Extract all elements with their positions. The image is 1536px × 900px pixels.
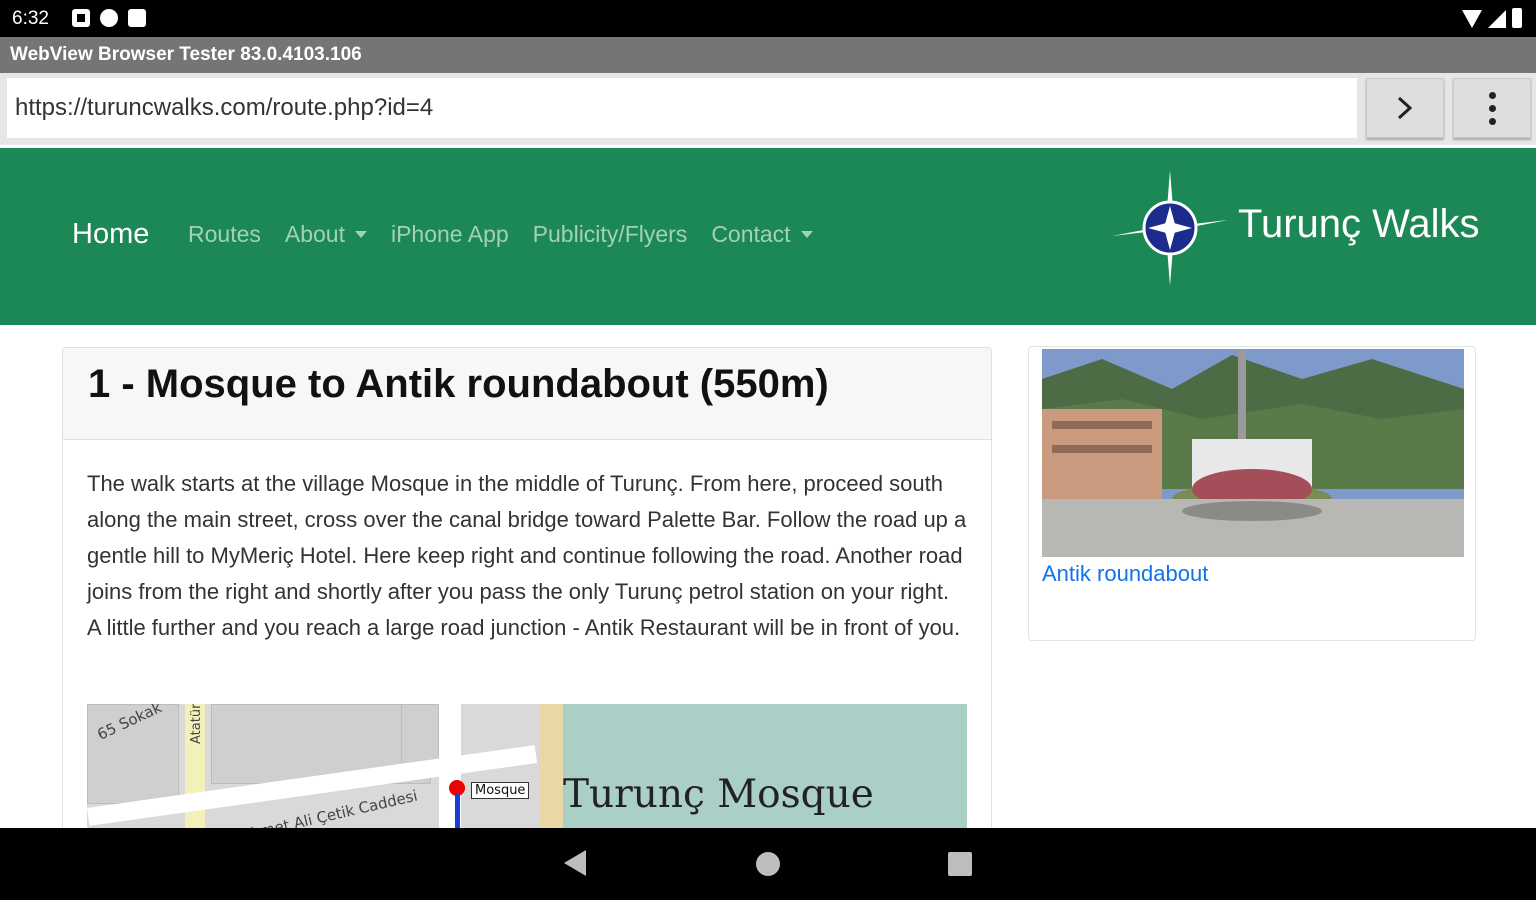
route-description: The walk starts at the village Mosque in… bbox=[87, 471, 967, 640]
site-navbar: Home Routes About iPhone App Publicity/F… bbox=[0, 148, 1536, 325]
nav-home-link[interactable]: Home bbox=[72, 218, 149, 251]
photo-caption-link[interactable]: Antik roundabout bbox=[1042, 561, 1208, 587]
nav-menu: Routes About iPhone App Publicity/Flyers… bbox=[188, 221, 813, 248]
map-street-label: Atatürk C bbox=[189, 704, 204, 744]
route-card-header: 1 - Mosque to Antik roundabout (550m) bbox=[63, 348, 991, 440]
route-card-body: The walk starts at the village Mosque in… bbox=[63, 440, 991, 646]
nav-item-label: About bbox=[284, 221, 345, 247]
status-bar: 6:32 bbox=[0, 0, 1536, 37]
nav-item-label: iPhone App bbox=[390, 221, 509, 247]
go-button[interactable] bbox=[1366, 78, 1444, 138]
route-card: 1 - Mosque to Antik roundabout (550m) Th… bbox=[62, 347, 992, 847]
nav-item-about[interactable]: About bbox=[285, 221, 367, 248]
route-map[interactable]: 65 Sokak Atatürk C Mehmet Ali Çetik Cadd… bbox=[87, 704, 967, 846]
photo-card: Antik roundabout bbox=[1028, 346, 1476, 641]
url-bar bbox=[0, 73, 1536, 145]
app-title-bar: WebView Browser Tester 83.0.4103.106 bbox=[0, 37, 1536, 73]
signal-icon bbox=[1488, 10, 1506, 28]
map-beach bbox=[539, 704, 563, 846]
nav-item-iphone-app[interactable]: iPhone App bbox=[391, 221, 509, 248]
map-marker-label: Mosque bbox=[471, 782, 530, 799]
sd-card-icon bbox=[128, 9, 146, 27]
nav-item-routes[interactable]: Routes bbox=[188, 221, 261, 248]
menu-dot-icon bbox=[1488, 104, 1496, 112]
compass-logo-icon[interactable] bbox=[1112, 170, 1228, 286]
route-title: 1 - Mosque to Antik roundabout (550m) bbox=[88, 362, 829, 406]
nav-item-label: Publicity/Flyers bbox=[532, 221, 688, 247]
nav-item-contact[interactable]: Contact bbox=[711, 221, 813, 248]
wifi-icon bbox=[1462, 10, 1482, 28]
screen: 6:32 WebView Browser Tester 83.0.4103.10… bbox=[0, 0, 1536, 900]
map-place-title: Turunç Mosque bbox=[563, 772, 874, 817]
caret-down-icon bbox=[800, 231, 813, 238]
roundabout-photo[interactable] bbox=[1042, 349, 1464, 557]
notification-icon bbox=[72, 9, 90, 27]
menu-dot-icon bbox=[1488, 117, 1496, 125]
notification-icons bbox=[72, 9, 146, 27]
status-time: 6:32 bbox=[12, 8, 49, 29]
app-title: WebView Browser Tester 83.0.4103.106 bbox=[10, 44, 362, 65]
photo-image bbox=[1042, 349, 1464, 557]
home-icon[interactable] bbox=[756, 852, 780, 876]
overflow-menu-button[interactable] bbox=[1453, 78, 1531, 138]
sync-icon bbox=[100, 9, 118, 27]
nav-item-label: Contact bbox=[711, 221, 791, 247]
recent-apps-icon[interactable] bbox=[948, 852, 972, 876]
menu-dot-icon bbox=[1488, 91, 1496, 99]
system-icons bbox=[1462, 8, 1522, 28]
nav-item-label: Routes bbox=[188, 221, 261, 247]
caret-down-icon bbox=[354, 231, 367, 238]
url-input[interactable] bbox=[7, 78, 1357, 138]
back-icon[interactable] bbox=[564, 850, 586, 876]
nav-item-publicity[interactable]: Publicity/Flyers bbox=[533, 221, 688, 248]
site-title[interactable]: Turunç Walks bbox=[1238, 202, 1480, 247]
chevron-right-icon bbox=[1397, 96, 1413, 120]
battery-icon bbox=[1512, 8, 1522, 28]
system-nav-bar bbox=[0, 828, 1536, 900]
